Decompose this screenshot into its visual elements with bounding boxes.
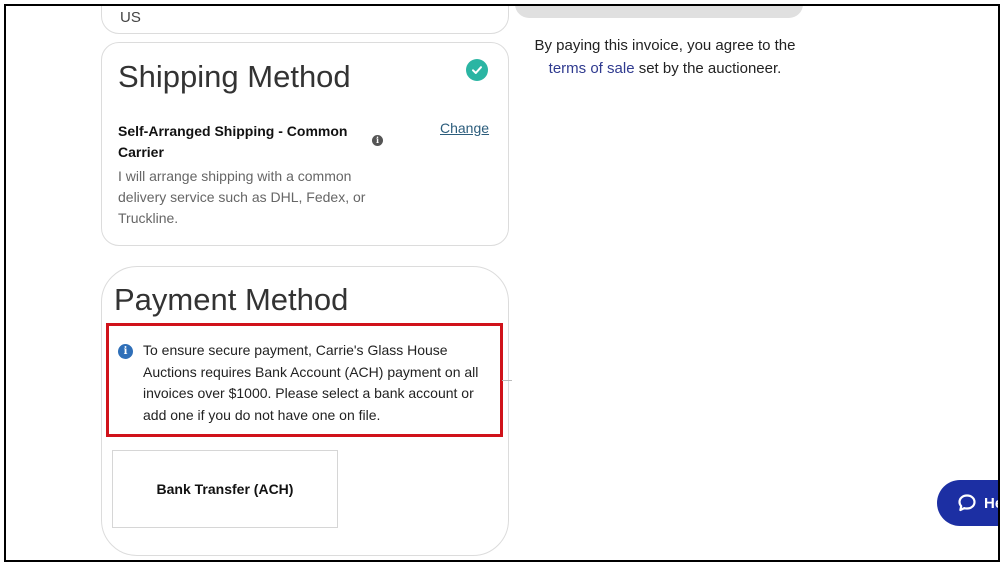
- screenshot-frame: US Shipping Method Self-Arranged Shippin…: [4, 4, 1000, 562]
- address-country: US: [120, 9, 141, 26]
- terms-prefix: By paying this invoice, you agree to the: [534, 37, 796, 54]
- shipping-method-title: Shipping Method: [118, 59, 351, 94]
- payment-method-title: Payment Method: [114, 282, 349, 317]
- divider-tick: [502, 380, 512, 381]
- terms-of-sale-link[interactable]: terms of sale: [549, 60, 635, 77]
- chat-bubble-icon: [958, 494, 976, 512]
- bank-transfer-option[interactable]: Bank Transfer (ACH): [112, 450, 338, 528]
- shipping-option-name: Self-Arranged Shipping - Common Carrier: [118, 123, 348, 160]
- info-icon[interactable]: i: [372, 135, 383, 146]
- help-label: He: [984, 494, 998, 512]
- pay-button-bottom[interactable]: [515, 6, 803, 18]
- ach-requirement-notice: i To ensure secure payment, Carrie's Gla…: [106, 323, 503, 437]
- help-chat-button[interactable]: He: [937, 480, 998, 526]
- terms-suffix: set by the auctioneer.: [638, 60, 782, 77]
- check-circle-icon: [466, 59, 488, 81]
- change-shipping-link[interactable]: Change: [440, 120, 489, 136]
- shipping-option-description: I will arrange shipping with a common de…: [118, 168, 366, 226]
- ach-notice-text: To ensure secure payment, Carrie's Glass…: [143, 342, 479, 423]
- shipping-method-card: Shipping Method Self-Arranged Shipping -…: [101, 42, 509, 246]
- payment-method-card: Payment Method i To ensure secure paymen…: [101, 266, 509, 556]
- info-circle-icon: i: [118, 344, 133, 359]
- address-card: US: [101, 6, 509, 34]
- terms-statement: By paying this invoice, you agree to the…: [520, 34, 810, 80]
